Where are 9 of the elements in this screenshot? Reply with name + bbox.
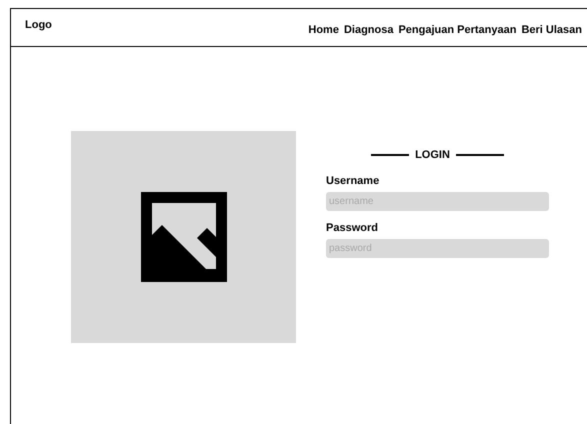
nav-link[interactable]: Diagnosa	[344, 24, 394, 36]
field-label: Password	[326, 222, 379, 234]
nav-link[interactable]: Pengajuan Pertanyaan	[398, 24, 516, 36]
login-title: LOGIN	[415, 149, 450, 161]
nav-link[interactable]: Home	[308, 24, 339, 36]
nav-link[interactable]: Beri Ulasan	[521, 24, 582, 36]
logo-text: Logo	[25, 18, 52, 30]
image-icon	[140, 192, 226, 282]
field-label: Username	[326, 175, 380, 187]
